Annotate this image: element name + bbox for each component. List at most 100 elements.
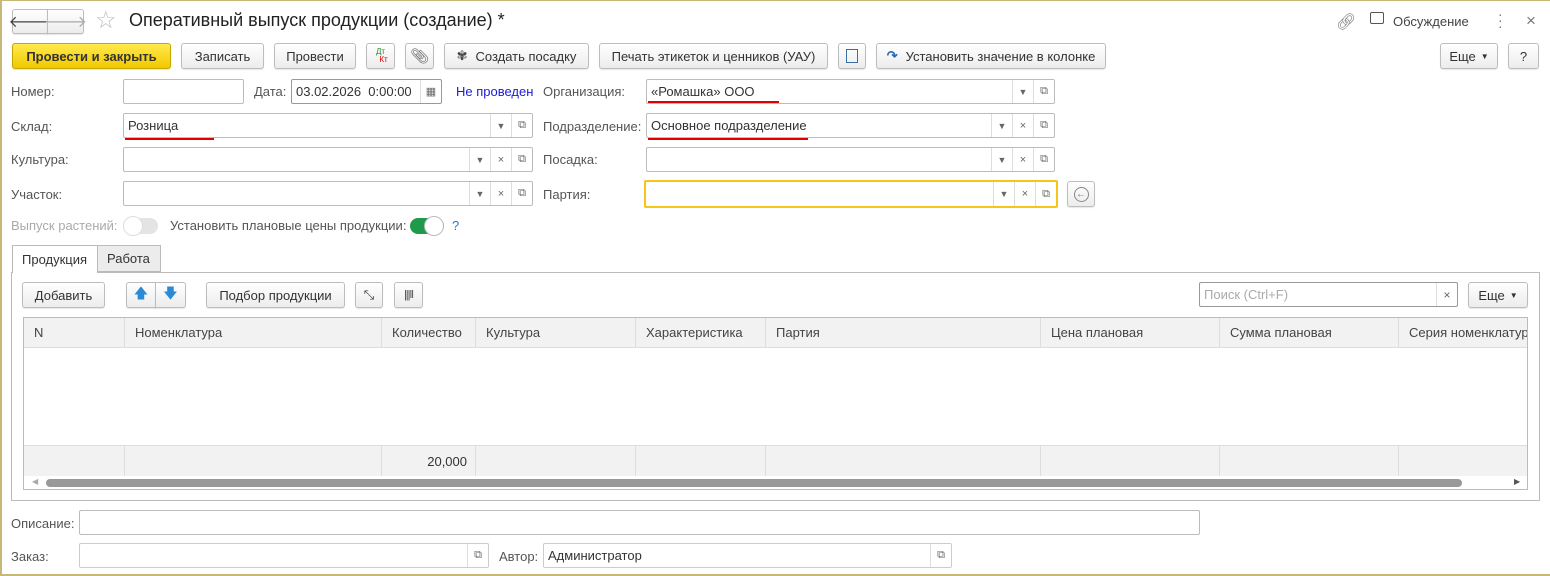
products-table[interactable]: N Номенклатура Количество Культура Харак…	[23, 317, 1528, 490]
discussion-icon[interactable]	[1370, 12, 1384, 24]
move-down-button[interactable]: 🡇	[155, 282, 186, 308]
clear-icon[interactable]: ×	[1012, 114, 1033, 137]
culture-input[interactable]: ▼ × ⧉	[123, 147, 533, 172]
division-input[interactable]: Основное подразделение ▼ × ⧉	[646, 113, 1055, 138]
column-header-plan-sum[interactable]: Сумма плановая	[1220, 318, 1399, 348]
collapse-button[interactable]: ⤡	[355, 282, 383, 308]
author-input[interactable]: Администратор ⧉	[543, 543, 952, 568]
batch-back-button[interactable]: ←	[1067, 181, 1095, 207]
save-button[interactable]: Записать	[181, 43, 264, 69]
date-value: 03.02.2026 0:00:00	[296, 84, 412, 99]
more-menu-icon[interactable]: · · ·	[1498, 7, 1503, 33]
batch-label: Партия:	[543, 187, 591, 202]
pick-products-button[interactable]: Подбор продукции	[206, 282, 345, 308]
clear-icon[interactable]: ×	[490, 148, 511, 171]
structure-icon	[846, 49, 858, 63]
description-label: Описание:	[11, 516, 75, 531]
plot-input[interactable]: ▼ × ⧉	[123, 181, 533, 206]
column-header-quantity[interactable]: Количество	[382, 318, 476, 348]
structure-button[interactable]	[838, 43, 866, 69]
discussion-link[interactable]: Обсуждение	[1393, 14, 1469, 29]
add-button[interactable]: Добавить	[22, 282, 105, 308]
order-label: Заказ:	[11, 549, 49, 564]
post-status[interactable]: Не проведен	[456, 84, 533, 99]
clear-search-icon[interactable]: ×	[1436, 283, 1457, 306]
table-more-button[interactable]: Еще ▼	[1468, 282, 1528, 308]
planting-input[interactable]: ▼ × ⧉	[646, 147, 1055, 172]
dropdown-icon[interactable]: ▼	[993, 182, 1014, 206]
attach-button[interactable]: 📎︎	[405, 43, 434, 69]
tab-work[interactable]: Работа	[98, 245, 161, 272]
help-button[interactable]: ?	[1508, 43, 1539, 69]
dropdown-icon[interactable]: ▼	[469, 182, 490, 205]
move-up-button[interactable]: 🡅	[126, 282, 156, 308]
open-icon[interactable]: ⧉	[1033, 80, 1054, 103]
open-icon[interactable]: ⧉	[467, 544, 488, 567]
tab-products[interactable]: Продукция	[12, 245, 98, 273]
order-input[interactable]: ⧉	[79, 543, 489, 568]
clear-icon[interactable]: ×	[490, 182, 511, 205]
quantity-total: 20,000	[382, 446, 476, 476]
search-input[interactable]: Поиск (Ctrl+F) ×	[1199, 282, 1458, 307]
dropdown-icon[interactable]: ▼	[490, 114, 511, 137]
column-header-series[interactable]: Серия номенклатуры	[1399, 318, 1527, 348]
post-button[interactable]: Провести	[274, 43, 356, 69]
open-icon[interactable]: ⧉	[511, 114, 532, 137]
arrow-up-icon: 🡅	[133, 285, 149, 301]
division-label: Подразделение:	[543, 119, 642, 134]
date-input[interactable]: 03.02.2026 0:00:00 ▦	[291, 79, 442, 104]
column-header-plan-price[interactable]: Цена плановая	[1041, 318, 1220, 348]
scroll-right-icon[interactable]: ▶	[1514, 477, 1520, 486]
author-label: Автор:	[499, 549, 539, 564]
print-labels-button[interactable]: Печать этикеток и ценников (УАУ)	[599, 43, 828, 69]
clear-icon[interactable]: ×	[1012, 148, 1033, 171]
dt-kt-button[interactable]: Дт Кт	[366, 43, 395, 69]
plants-output-toggle[interactable]	[123, 216, 158, 236]
dropdown-icon[interactable]: ▼	[991, 148, 1012, 171]
batch-input[interactable]: ▼ × ⧉	[644, 180, 1058, 208]
scroll-left-icon[interactable]: ◀	[32, 477, 38, 486]
more-button[interactable]: Еще ▼	[1440, 43, 1498, 69]
clear-icon[interactable]: ×	[1014, 182, 1035, 206]
number-input[interactable]	[123, 79, 244, 104]
toggle-knob	[123, 216, 143, 236]
close-button[interactable]: ×	[1526, 11, 1536, 31]
forward-button[interactable]: 🡒	[44, 9, 87, 34]
highlight-underline	[648, 138, 808, 140]
calendar-icon[interactable]: ▦	[420, 80, 441, 103]
open-icon[interactable]: ⧉	[1035, 182, 1056, 206]
column-header-n[interactable]: N	[24, 318, 125, 348]
footer-cell	[636, 446, 766, 476]
column-header-nomenclature[interactable]: Номенклатура	[125, 318, 382, 348]
plan-prices-help[interactable]: ?	[452, 218, 459, 233]
favorite-star-icon[interactable]: ☆	[95, 6, 117, 35]
open-icon[interactable]: ⧉	[930, 544, 951, 567]
create-planting-button[interactable]: ✾ Создать посадку	[444, 43, 589, 69]
warehouse-input[interactable]: Розница ▼ ⧉	[123, 113, 533, 138]
description-input[interactable]	[79, 510, 1200, 535]
plan-prices-label: Установить плановые цены продукции:	[170, 218, 407, 233]
column-header-culture[interactable]: Культура	[476, 318, 636, 348]
chevron-down-icon: ▼	[1509, 290, 1518, 300]
open-icon[interactable]: ⧉	[511, 182, 532, 205]
barcode-search-button[interactable]: |||‖	[394, 282, 423, 308]
open-icon[interactable]: ⧉	[511, 148, 532, 171]
column-header-batch[interactable]: Партия	[766, 318, 1041, 348]
organization-label: Организация:	[543, 84, 626, 99]
plan-prices-toggle[interactable]	[410, 216, 444, 236]
set-column-value-button[interactable]: ↷ Установить значение в колонке	[876, 43, 1106, 69]
link-icon[interactable]: 🔗︎	[1336, 12, 1356, 32]
back-button[interactable]: 🡐	[9, 9, 51, 34]
open-icon[interactable]: ⧉	[1033, 148, 1054, 171]
horizontal-scrollbar[interactable]: ◀ ▶	[24, 476, 1527, 489]
open-icon[interactable]: ⧉	[1033, 114, 1054, 137]
column-header-characteristic[interactable]: Характеристика	[636, 318, 766, 348]
dropdown-icon[interactable]: ▼	[1012, 80, 1033, 103]
dropdown-icon[interactable]: ▼	[991, 114, 1012, 137]
scrollbar-thumb[interactable]	[46, 479, 1462, 487]
toggle-knob	[424, 216, 444, 236]
post-and-close-button[interactable]: Провести и закрыть	[12, 43, 171, 69]
page-title: Оперативный выпуск продукции (создание) …	[129, 10, 505, 30]
dropdown-icon[interactable]: ▼	[469, 148, 490, 171]
footer-cell	[125, 446, 382, 476]
